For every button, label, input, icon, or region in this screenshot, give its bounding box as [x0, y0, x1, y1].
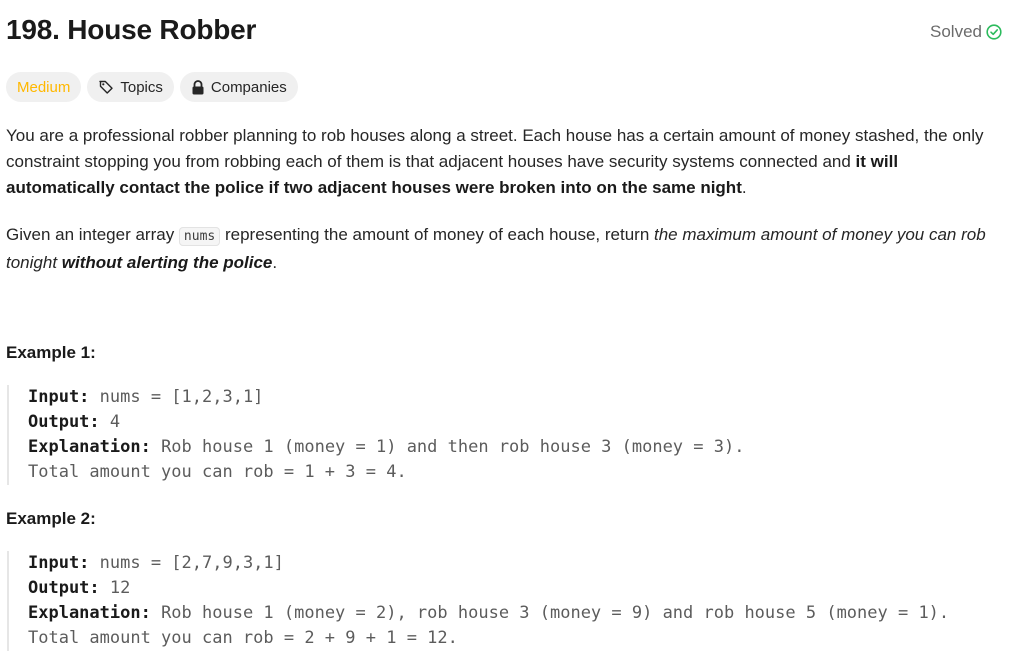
topics-label: Topics [120, 78, 163, 96]
output-value: 12 [99, 578, 131, 598]
explanation-value: Rob house 1 (money = 1) and then rob hou… [150, 437, 745, 457]
tag-icon [98, 79, 114, 95]
input-value: nums = [1,2,3,1] [89, 387, 264, 407]
topics-button[interactable]: Topics [87, 72, 174, 102]
solved-status: Solved [930, 22, 1002, 42]
desc-text: You are a professional robber planning t… [6, 126, 984, 171]
output-value: 4 [99, 412, 121, 432]
example-2-block: Input: nums = [2,7,9,3,1] Output: 12 Exp… [7, 551, 990, 651]
explanation-line-2: Total amount you can rob = 1 + 3 = 4. [28, 462, 407, 482]
difficulty-badge: Medium [6, 72, 82, 102]
problem-tags: Medium Topics Companies [6, 72, 298, 102]
problem-header: 198. House Robber Solved [6, 14, 1002, 54]
explanation-line-2: Total amount you can rob = 2 + 9 + 1 = 1… [28, 628, 458, 648]
output-label: Output: [28, 578, 100, 598]
desc-text: . [741, 178, 747, 197]
desc-text: representing the amount of money of each… [220, 225, 654, 244]
difficulty-label: Medium [17, 78, 71, 96]
desc-text: Given an integer array [6, 225, 179, 244]
explanation-label: Explanation: [28, 437, 151, 457]
companies-label: Companies [210, 78, 287, 96]
example-1-block: Input: nums = [1,2,3,1] Output: 4 Explan… [7, 385, 990, 485]
companies-button[interactable]: Companies [179, 72, 298, 102]
input-label: Input: [28, 553, 90, 573]
desc-bold-italic: without alerting the police [61, 253, 273, 272]
output-label: Output: [28, 412, 100, 432]
explanation-value: Rob house 1 (money = 2), rob house 3 (mo… [150, 603, 950, 623]
inline-code-nums: nums [178, 227, 221, 246]
check-circle-icon [986, 24, 1002, 40]
description-paragraph-2: Given an integer array nums representing… [6, 222, 1004, 276]
input-label: Input: [28, 387, 90, 407]
desc-text: . [272, 253, 278, 272]
explanation-label: Explanation: [28, 603, 151, 623]
problem-title: 198. House Robber [6, 14, 257, 45]
lock-icon [191, 79, 205, 95]
input-value: nums = [2,7,9,3,1] [89, 553, 284, 573]
description-paragraph-1: You are a professional robber planning t… [6, 123, 1004, 201]
solved-label: Solved [930, 22, 982, 41]
example-2-title: Example 2: [6, 509, 96, 528]
example-1-title: Example 1: [6, 343, 96, 362]
problem-description: You are a professional robber planning t… [6, 123, 1004, 297]
